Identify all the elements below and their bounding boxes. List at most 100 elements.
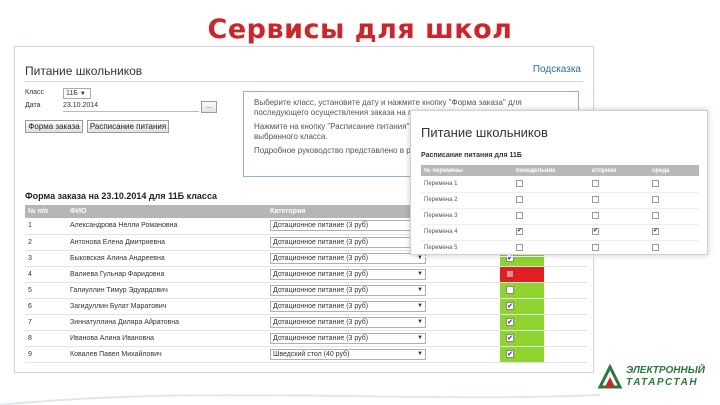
break-label: Перемена 3	[421, 208, 513, 225]
table-row: 5 Галиуллин Тимур Эдуардович Дотационное п…	[25, 282, 587, 299]
schedule-checkbox[interactable]	[592, 212, 599, 220]
break-label: Перемена 2	[421, 192, 513, 209]
class-select[interactable]: 11Б ▼	[63, 88, 91, 99]
order-checkbox[interactable]	[506, 285, 514, 294]
status-indicator	[500, 266, 544, 281]
order-form-button[interactable]: Форма заказа	[25, 120, 83, 133]
schedule-checkbox[interactable]: ✔	[592, 228, 599, 236]
schedule-cell: ✔	[589, 224, 649, 241]
student-name: Валиева Гульнар Фаридовна	[67, 266, 267, 283]
category-select[interactable]: Дотационное питание (3 руб) ▼	[270, 332, 426, 344]
schedule-column-header: вторник	[589, 165, 649, 176]
date-label: Дата	[25, 102, 41, 109]
row-number: 9	[25, 346, 67, 363]
status-cell: ✔	[497, 314, 547, 331]
schedule-row: Перемена 5	[421, 240, 699, 257]
student-name: Ковалев Павел Михайлович	[67, 346, 267, 363]
category-value: Дотационное питание (3 руб)	[273, 238, 369, 246]
category-select[interactable]: Дотационное питание (3 руб)▼	[270, 252, 426, 264]
empty-cell	[547, 330, 587, 347]
logo-line-1: ЭЛЕКТРОННЫЙ	[626, 365, 705, 376]
schedule-cell	[589, 176, 649, 193]
logo-line-2: ТАТАРСТАН	[626, 377, 699, 388]
schedule-cell	[513, 192, 589, 209]
category-select[interactable]: Шведский стол (40 руб) ▼	[270, 348, 426, 360]
empty-cell	[547, 346, 587, 363]
popup-subtitle: Расписание питания для 11Б	[421, 152, 522, 159]
category-cell: Дотационное питание (3 руб) ▼	[267, 266, 497, 283]
category-cell: Дотационное питание (3 руб) ▼	[267, 282, 497, 299]
schedule-checkbox[interactable]	[652, 212, 659, 220]
category-value: Дотационное питание (3 руб)	[273, 222, 369, 230]
schedule-column-header: понедельник	[513, 165, 589, 176]
student-name: Антонова Елена Дмитриевна	[67, 234, 267, 251]
category-select[interactable]: Дотационное питание (3 руб)▼	[270, 284, 426, 296]
schedule-checkbox[interactable]	[652, 244, 659, 252]
category-value: Дотационное питание (3 руб)	[273, 334, 369, 342]
schedule-cell	[513, 240, 589, 257]
chevron-down-icon: ▼	[417, 302, 423, 309]
schedule-checkbox[interactable]	[652, 180, 659, 188]
chevron-down-icon: ▼	[417, 334, 423, 341]
schedule-checkbox[interactable]: ✔	[516, 228, 523, 236]
category-select[interactable]: Дотационное питание (3 руб)▼	[270, 220, 426, 232]
category-value: Дотационное питание (3 руб)	[273, 318, 369, 326]
student-name: Зиннатуллина Диляра Айратовна	[67, 314, 267, 331]
chevron-down-icon: ▼	[417, 350, 423, 357]
column-header: № п/п	[25, 205, 67, 218]
break-label: Перемена 5	[421, 240, 513, 257]
schedule-table: № перемены понедельник вторник среда Пер…	[421, 165, 699, 257]
status-indicator: ✔	[500, 346, 544, 361]
category-select[interactable]: Дотационное питание (3 руб)▼	[270, 268, 426, 280]
date-input[interactable]: 23.10.2014	[63, 101, 199, 112]
order-checkbox[interactable]	[506, 269, 514, 278]
schedule-cell	[589, 192, 649, 209]
row-number: 4	[25, 266, 67, 283]
category-select[interactable]: Дотационное питание (3 руб)▼	[270, 300, 426, 312]
schedule-checkbox[interactable]	[516, 244, 523, 252]
schedule-checkbox[interactable]	[592, 244, 599, 252]
schedule-checkbox[interactable]	[652, 196, 659, 204]
category-cell: Дотационное питание (3 руб) ▼	[267, 330, 497, 347]
schedule-cell	[649, 192, 699, 209]
order-checkbox[interactable]: ✔	[506, 317, 514, 326]
chevron-down-icon: ▼	[79, 91, 86, 97]
help-link[interactable]: Подсказка	[533, 64, 581, 75]
class-select-value: 11Б	[66, 90, 78, 97]
schedule-checkbox[interactable]	[592, 180, 599, 188]
empty-cell	[547, 266, 587, 283]
order-checkbox[interactable]: ✔	[506, 333, 514, 342]
category-value: Шведский стол (40 руб)	[273, 350, 350, 358]
break-label: Перемена 1	[421, 176, 513, 193]
break-label: Перемена 4	[421, 224, 513, 241]
order-form-heading: Форма заказа на 23.10.2014 для 11Б класс…	[25, 191, 218, 201]
table-row: 6 Загидуллин Булат Маратович Дотационное п…	[25, 298, 587, 315]
table-row: 4 Валиева Гульнар Фаридовна Дотационное пи…	[25, 266, 587, 283]
date-picker-button[interactable]: ...	[201, 101, 217, 113]
schedule-checkbox[interactable]	[516, 212, 523, 220]
header-divider	[25, 81, 583, 82]
empty-cell	[547, 314, 587, 331]
schedule-column-header: среда	[649, 165, 699, 176]
category-cell: Дотационное питание (3 руб) ▼	[267, 314, 497, 331]
schedule-cell: ✔	[649, 224, 699, 241]
category-cell: Дотационное питание (3 руб) ▼	[267, 298, 497, 315]
order-checkbox[interactable]: ✔	[506, 301, 514, 310]
row-number: 2	[25, 234, 67, 251]
status-indicator	[500, 282, 544, 297]
schedule-checkbox[interactable]	[592, 196, 599, 204]
schedule-checkbox[interactable]	[516, 180, 523, 188]
schedule-checkbox[interactable]	[516, 196, 523, 204]
category-select[interactable]: Дотационное питание (3 руб)▼	[270, 316, 426, 328]
schedule-column-header: № перемены	[421, 165, 513, 176]
row-number: 5	[25, 282, 67, 299]
order-checkbox[interactable]: ✔	[506, 349, 514, 358]
student-name: Загидуллин Булат Маратович	[67, 298, 267, 315]
schedule-button[interactable]: Расписание питания	[87, 120, 169, 133]
status-indicator: ✔	[500, 314, 544, 329]
schedule-cell	[589, 240, 649, 257]
status-cell	[497, 266, 547, 283]
category-select[interactable]: Дотационное питание (3 руб)▼	[270, 236, 426, 248]
schedule-checkbox[interactable]: ✔	[652, 228, 659, 236]
schedule-cell	[513, 176, 589, 193]
